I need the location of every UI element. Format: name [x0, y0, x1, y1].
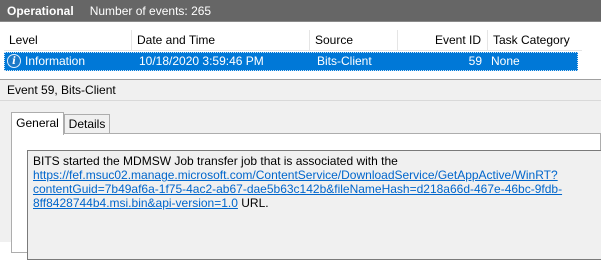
tab-general[interactable]: General: [11, 112, 64, 135]
tab-details[interactable]: Details: [64, 114, 110, 134]
column-header-event-id[interactable]: Event ID: [398, 30, 488, 50]
table-row[interactable]: i Information 10/18/2020 3:59:46 PM Bits…: [4, 52, 578, 71]
events-table: Level Date and Time Source Event ID Task…: [0, 22, 601, 80]
url-line-1: https://fef.msuc02.manage.microsoft.com/…: [33, 168, 558, 182]
info-icon: i: [7, 54, 21, 68]
download-url-link[interactable]: https://fef.msuc02.manage.microsoft.com/…: [33, 168, 562, 210]
event-detail-pane: General Details BITS started the MDMSW J…: [0, 101, 601, 260]
log-header-bar: Operational Number of events: 265: [0, 0, 601, 22]
column-header-date-time[interactable]: Date and Time: [132, 30, 310, 50]
cell-level: Information: [25, 54, 86, 68]
url-line-3: 8ff8428744b4.msi.bin&api-version=1.0: [33, 196, 238, 210]
cell-task-category: None: [491, 54, 520, 68]
url-line-2: contentGuid=7b49af6a-1f75-4ac2-ab67-dae5…: [33, 182, 563, 196]
cell-source: Bits-Client: [317, 54, 372, 68]
general-tab-panel: BITS started the MDMSW Job transfer job …: [11, 133, 601, 260]
column-header-task-category[interactable]: Task Category: [488, 30, 582, 50]
event-detail-title: Event 59, Bits-Client: [0, 80, 601, 101]
table-header: Level Date and Time Source Event ID Task…: [4, 30, 582, 51]
message-text: BITS started the MDMSW Job transfer job …: [33, 154, 398, 168]
cell-date-time: 10/18/2020 3:59:46 PM: [139, 54, 264, 68]
column-header-level[interactable]: Level: [4, 30, 132, 50]
log-name: Operational: [7, 3, 74, 18]
message-suffix: URL.: [237, 196, 269, 210]
event-message[interactable]: BITS started the MDMSW Job transfer job …: [27, 150, 601, 260]
cell-event-id: 59: [468, 54, 482, 68]
event-count: Number of events: 265: [89, 3, 212, 18]
column-header-source[interactable]: Source: [310, 30, 398, 50]
